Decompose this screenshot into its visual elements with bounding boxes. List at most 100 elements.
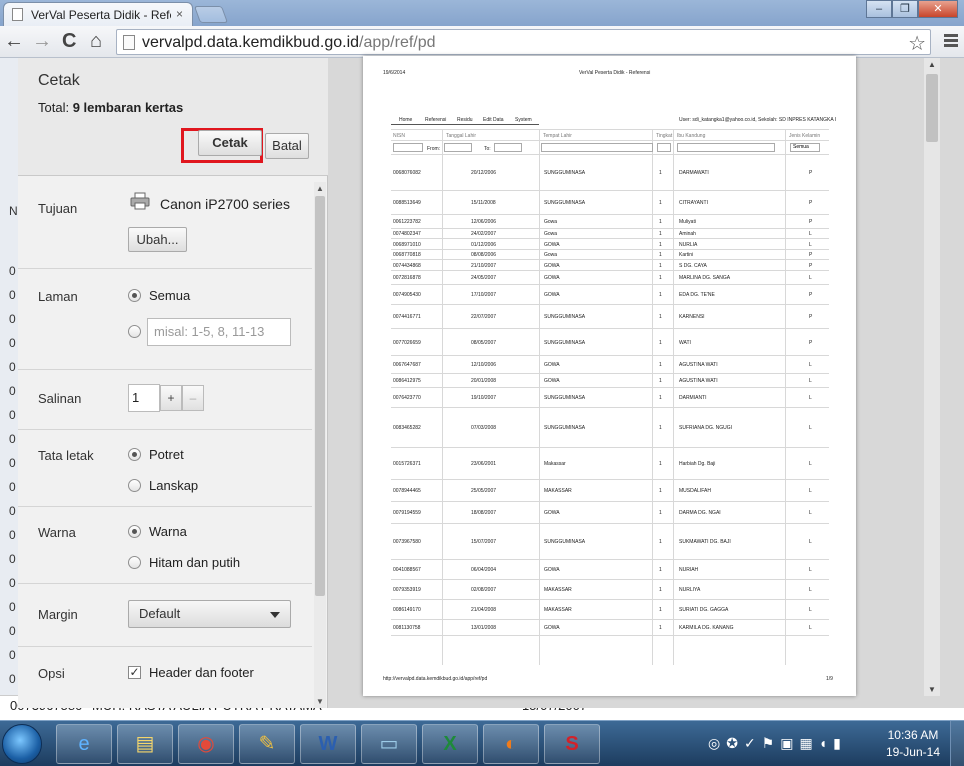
- preview-table-cell: 13/01/2008: [471, 625, 497, 631]
- ie-icon[interactable]: e: [56, 724, 112, 764]
- notepad-icon[interactable]: ▭: [361, 724, 417, 764]
- chrome-icon[interactable]: ◉: [178, 724, 234, 764]
- preview-table-cell: MUSDALIFAH: [679, 488, 711, 494]
- preview-table-cell: DARMIANTI: [679, 395, 707, 401]
- bg-cell: 0: [9, 384, 16, 398]
- layout-label: Tata letak: [38, 448, 94, 463]
- minimize-button[interactable]: –: [866, 0, 892, 18]
- underlying-page-left-column: N 0 0 0 0 0 0 0 0 0 0 0 0 0 0 0 0 0 0: [0, 58, 18, 720]
- scroll-up-icon[interactable]: ▲: [928, 60, 936, 69]
- preview-table-cell: 0068770818: [393, 252, 421, 258]
- preview-table-cell: KARMILA DG. KANANG: [679, 625, 734, 631]
- destination-label: Tujuan: [38, 201, 78, 216]
- preview-table-cell: 20/12/2006: [471, 170, 497, 176]
- pages-all-radio[interactable]: [128, 289, 141, 302]
- preview-table-cell: SURIATI DG. GAGGA: [679, 607, 729, 613]
- pages-range-input[interactable]: misal: 1-5, 8, 11-13: [147, 318, 291, 346]
- bg-cell: 0: [9, 600, 16, 614]
- preview-table-row: 0067647687 12/10/2006 GOWA 1 AGUSTINA WATI L: [391, 356, 829, 374]
- preview-table-cell: P: [809, 219, 813, 225]
- preview-table-cell: 1: [659, 625, 662, 631]
- portrait-radio[interactable]: [128, 448, 141, 461]
- preview-table-cell: MAKASSAR: [544, 488, 572, 494]
- preview-table-row: 0083465282 07/03/2008 SUNGGUMINASA 1 SUFRIAN…: [391, 408, 829, 448]
- color-radio[interactable]: [128, 525, 141, 538]
- preview-menu-item: Edit Data: [483, 117, 504, 123]
- preview-table-cell: DARMA DG. NGAI: [679, 510, 721, 516]
- preview-table-cell: 24/05/2007: [471, 275, 497, 281]
- show-desktop-button[interactable]: [950, 721, 964, 766]
- address-bar[interactable]: vervalpd.data.kemdikbud.go.id/app/ref/pd…: [116, 29, 931, 55]
- close-window-button[interactable]: ✕: [918, 0, 958, 18]
- start-button[interactable]: [2, 724, 42, 764]
- bg-cell: 0: [9, 480, 16, 494]
- scroll-down-icon[interactable]: ▼: [316, 697, 324, 706]
- preview-table-cell: GOWA: [544, 567, 560, 573]
- preview-table-cell: 0079194559: [393, 510, 421, 516]
- header-footer-checkbox[interactable]: ✓: [128, 666, 141, 679]
- pages-section: Laman Semua misal: 1-5, 8, 11-13: [18, 269, 312, 370]
- scroll-up-icon[interactable]: ▲: [316, 184, 324, 193]
- preview-table-cell: MARLINA DG. SANGA: [679, 275, 731, 281]
- app-s-icon[interactable]: S: [544, 724, 600, 764]
- bg-cell: 0: [9, 624, 16, 638]
- preview-table-cell: Gowa: [544, 231, 558, 237]
- explorer-icon[interactable]: ▤: [117, 724, 173, 764]
- header-footer-label: Header dan footer: [149, 665, 254, 680]
- chrome-menu-icon[interactable]: [944, 34, 958, 49]
- settings-scrollbar[interactable]: ▲ ▼: [314, 182, 326, 708]
- pages-custom-radio[interactable]: [128, 325, 141, 338]
- bookmark-star-icon[interactable]: ☆: [908, 31, 926, 56]
- system-tray: ◎✪✓⚑▣▦◖▮ 10:36 AM 19-Jun-14: [700, 721, 964, 766]
- preview-table-row: 0068770818 08/08/2006 Gowa 1 Kartini P: [391, 250, 829, 260]
- preview-table-row: 0074434868 21/10/2007 GOWA 1 S DG. CAYA P: [391, 260, 829, 271]
- preview-table-cell: 1: [659, 607, 662, 613]
- cancel-button[interactable]: Batal: [265, 133, 309, 159]
- preview-table-cell: 25/05/2007: [471, 488, 497, 494]
- chevron-down-icon: [270, 612, 280, 618]
- firefox-icon[interactable]: ◐: [483, 724, 539, 764]
- preview-table-cell: 15/07/2007: [471, 539, 497, 545]
- copies-decrement-button[interactable]: –: [182, 385, 204, 411]
- print-button[interactable]: Cetak: [198, 130, 262, 156]
- black-white-radio[interactable]: [128, 556, 141, 569]
- margin-label: Margin: [38, 607, 78, 622]
- preview-table-cell: MAKASSAR: [544, 587, 572, 593]
- preview-scroll-thumb[interactable]: [926, 74, 938, 142]
- bg-cell: 0: [9, 360, 16, 374]
- preview-page-number: 1/9: [826, 676, 833, 682]
- landscape-radio[interactable]: [128, 479, 141, 492]
- settings-list: Tujuan Canon iP2700 series Ubah... Laman…: [18, 176, 328, 708]
- copies-section: Salinan 1 + –: [18, 370, 312, 430]
- maximize-button[interactable]: ❐: [892, 0, 918, 18]
- clock-time: 10:36 AM: [887, 728, 939, 742]
- tray-icons[interactable]: ◎✪✓⚑▣▦◖▮: [708, 735, 847, 752]
- browser-tab[interactable]: VerVal Peserta Didik - Referensi ×: [3, 2, 193, 26]
- preview-table-cell: P: [809, 292, 813, 298]
- settings-scroll-thumb[interactable]: [315, 196, 325, 596]
- word-icon[interactable]: W: [300, 724, 356, 764]
- preview-table-cell: 0079353919: [393, 587, 421, 593]
- copies-increment-button[interactable]: +: [160, 385, 182, 411]
- home-button[interactable]: ⌂: [90, 30, 102, 53]
- new-tab-button[interactable]: [193, 6, 229, 23]
- clock[interactable]: 10:36 AM 19-Jun-14: [886, 727, 940, 761]
- margin-select[interactable]: Default: [128, 600, 291, 628]
- preview-scrollbar[interactable]: ▲ ▼: [924, 58, 940, 696]
- forward-button[interactable]: →: [32, 30, 52, 53]
- scroll-down-icon[interactable]: ▼: [928, 685, 936, 694]
- back-button[interactable]: ←: [4, 30, 24, 53]
- tab-close-icon[interactable]: ×: [176, 7, 183, 21]
- preview-table-cell: 0078944465: [393, 488, 421, 494]
- preview-table-cell: 12/10/2006: [471, 362, 497, 368]
- excel-icon[interactable]: X: [422, 724, 478, 764]
- preview-column-header: Ibu Kandung: [677, 133, 706, 139]
- preview-table-row: 0079353919 02/08/2007 MAKASSAR 1 NURLIYA L: [391, 580, 829, 600]
- copies-input[interactable]: 1: [128, 384, 160, 412]
- preview-filter-row: From: To: Semua: [391, 141, 829, 155]
- paint-icon[interactable]: ✎: [239, 724, 295, 764]
- browser-toolbar: ← → C ⌂ vervalpd.data.kemdikbud.go.id/ap…: [0, 26, 964, 58]
- reload-button[interactable]: C: [62, 30, 76, 53]
- preview-filter-gender: Semua: [790, 143, 820, 152]
- change-destination-button[interactable]: Ubah...: [128, 227, 187, 252]
